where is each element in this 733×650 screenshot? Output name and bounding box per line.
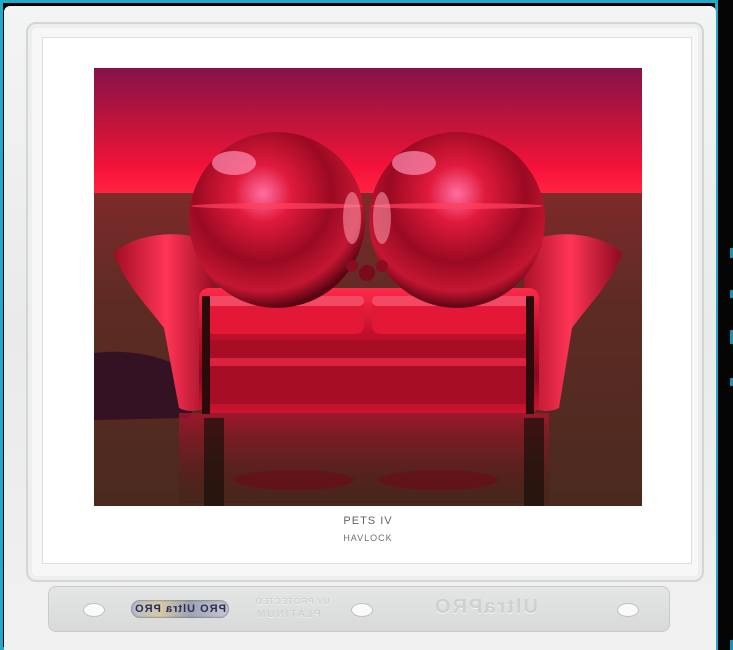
screenshot-frame: PETS IV HAVLOCK PRO Ultra PRO UV PROTECT… <box>0 0 733 650</box>
embossed-text: UV PROTECTED <box>255 597 330 606</box>
punch-hole-icon <box>617 603 639 617</box>
artwork-title: PETS IV <box>343 515 393 527</box>
right-edge-strip <box>718 0 733 650</box>
embossed-text: PLATINUM <box>255 609 321 620</box>
sleeve-tab: PRO Ultra PRO UV PROTECTED PLATINUM Ultr… <box>48 586 670 632</box>
artwork-artist: HAVLOCK <box>343 533 393 543</box>
punch-hole-icon <box>83 603 105 617</box>
ultra-pro-badge: PRO Ultra PRO <box>131 600 229 618</box>
artwork-image <box>94 68 642 506</box>
punch-hole-icon <box>351 603 373 617</box>
embossed-logo: UltraPRO <box>433 596 538 618</box>
